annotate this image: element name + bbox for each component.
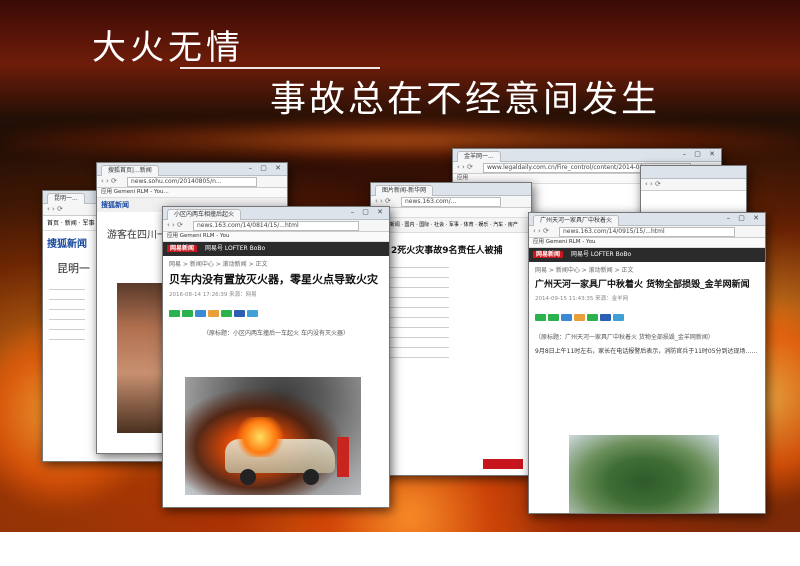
site-header: 网易新闻 网易号 LOFTER BoBo bbox=[529, 248, 765, 262]
news-photo bbox=[569, 435, 719, 513]
window-tab[interactable]: 昆明一... bbox=[47, 193, 85, 204]
bookmarks-bar[interactable]: 应用 Gemeni RLM - You... bbox=[97, 188, 287, 198]
article-body: …………………………………………………………………………………………………………… bbox=[377, 263, 449, 360]
article-headline: 贝车内没有置放灭火器，零星火点导致火灾 bbox=[169, 273, 378, 286]
article-meta: 2014-09-15 11:43:35 来源：金羊网 bbox=[535, 296, 629, 302]
browser-window-7: 广州天河一家具厂中秋着火 – ▢ ✕ ‹ › ⟳ news.163.com/14/0… bbox=[528, 212, 766, 514]
article-headline: 广州天河一家具厂中秋着火 货物全部损毁_金羊网新闻 bbox=[535, 280, 750, 290]
next-button[interactable] bbox=[483, 459, 523, 469]
header-title-line2: 事故总在不经意间发生 bbox=[270, 79, 661, 120]
url-bar[interactable]: news.163.com/14/0915/15/...html bbox=[559, 227, 735, 237]
site-nav[interactable]: 首页 · 新闻 · 国内 · 国际 · 社会 · 军事 · 体育 · 娱乐 · … bbox=[371, 218, 531, 233]
share-buttons[interactable] bbox=[163, 299, 389, 324]
article-caption: （原标题：小区内两车撞后一车起火 车内没有灭火器） bbox=[203, 330, 349, 337]
window-tab[interactable]: 金羊网一... bbox=[457, 151, 501, 162]
browser-window-6: 小区内两车相撞后起火 – ▢ ✕ ‹ › ⟳ news.163.com/14/081… bbox=[162, 206, 390, 508]
breadcrumb: 网易 > 新闻中心 > 滚动新闻 > 正文 bbox=[169, 261, 268, 268]
site-header: 网易新闻 网易号 LOFTER BoBo bbox=[163, 242, 389, 256]
article-body: 9月8日上午11时左右，家长在电话报警后表示，消防官兵于11时05分到达现场…… bbox=[535, 348, 758, 355]
bookmarks-bar[interactable]: 应用 Gemeni RLM - You bbox=[529, 238, 765, 248]
breadcrumb: 网易 > 新闻中心 > 滚动新闻 > 正文 bbox=[535, 267, 634, 274]
car-fire-photo bbox=[185, 377, 361, 495]
fire-background: 大火无情 事故总在不经意间发生 昆明一... ‹ › ⟳ 首页 · 新闻 · 军… bbox=[0, 0, 800, 532]
window-tab[interactable]: 搜狐首页|...新闻 bbox=[101, 165, 159, 176]
bookmarks-bar[interactable]: 应用 Gemeni RLM - You bbox=[163, 232, 389, 242]
site-logo[interactable]: 网易新闻 bbox=[533, 251, 564, 258]
header-title-line1: 大火无情 bbox=[92, 28, 244, 68]
url-bar[interactable]: news.163.com/... bbox=[401, 197, 501, 207]
header-divider bbox=[180, 67, 380, 69]
article-headline: 2死火灾事故9名责任人被捕 bbox=[391, 246, 503, 256]
page-footer bbox=[0, 532, 800, 566]
site-nav[interactable]: 网易号 LOFTER BoBo bbox=[205, 245, 265, 252]
window-tab[interactable]: 图片新闻-新华网 bbox=[375, 185, 434, 196]
browser-window-4: 图片新闻-新华网 ‹ › ⟳news.163.com/... 应用 首页 · 新… bbox=[370, 182, 532, 476]
site-nav[interactable]: 网易号 LOFTER BoBo bbox=[571, 251, 631, 258]
share-buttons[interactable] bbox=[529, 303, 765, 328]
article-caption: （原标题：广州天河一家具厂中秋着火 货物全部损毁_金羊网新闻） bbox=[535, 334, 714, 341]
url-bar[interactable]: news.sohu.com/20140805/n... bbox=[127, 177, 257, 187]
site-logo[interactable]: 网易新闻 bbox=[167, 245, 198, 252]
window-tab[interactable]: 小区内两车相撞后起火 bbox=[167, 209, 242, 220]
article-meta: 2016-08-14 17:26:39 来源：网易 bbox=[169, 292, 257, 298]
window-tab[interactable]: 广州天河一家具厂中秋着火 bbox=[533, 215, 620, 226]
url-bar[interactable]: news.163.com/14/0814/15/...html bbox=[193, 221, 359, 231]
